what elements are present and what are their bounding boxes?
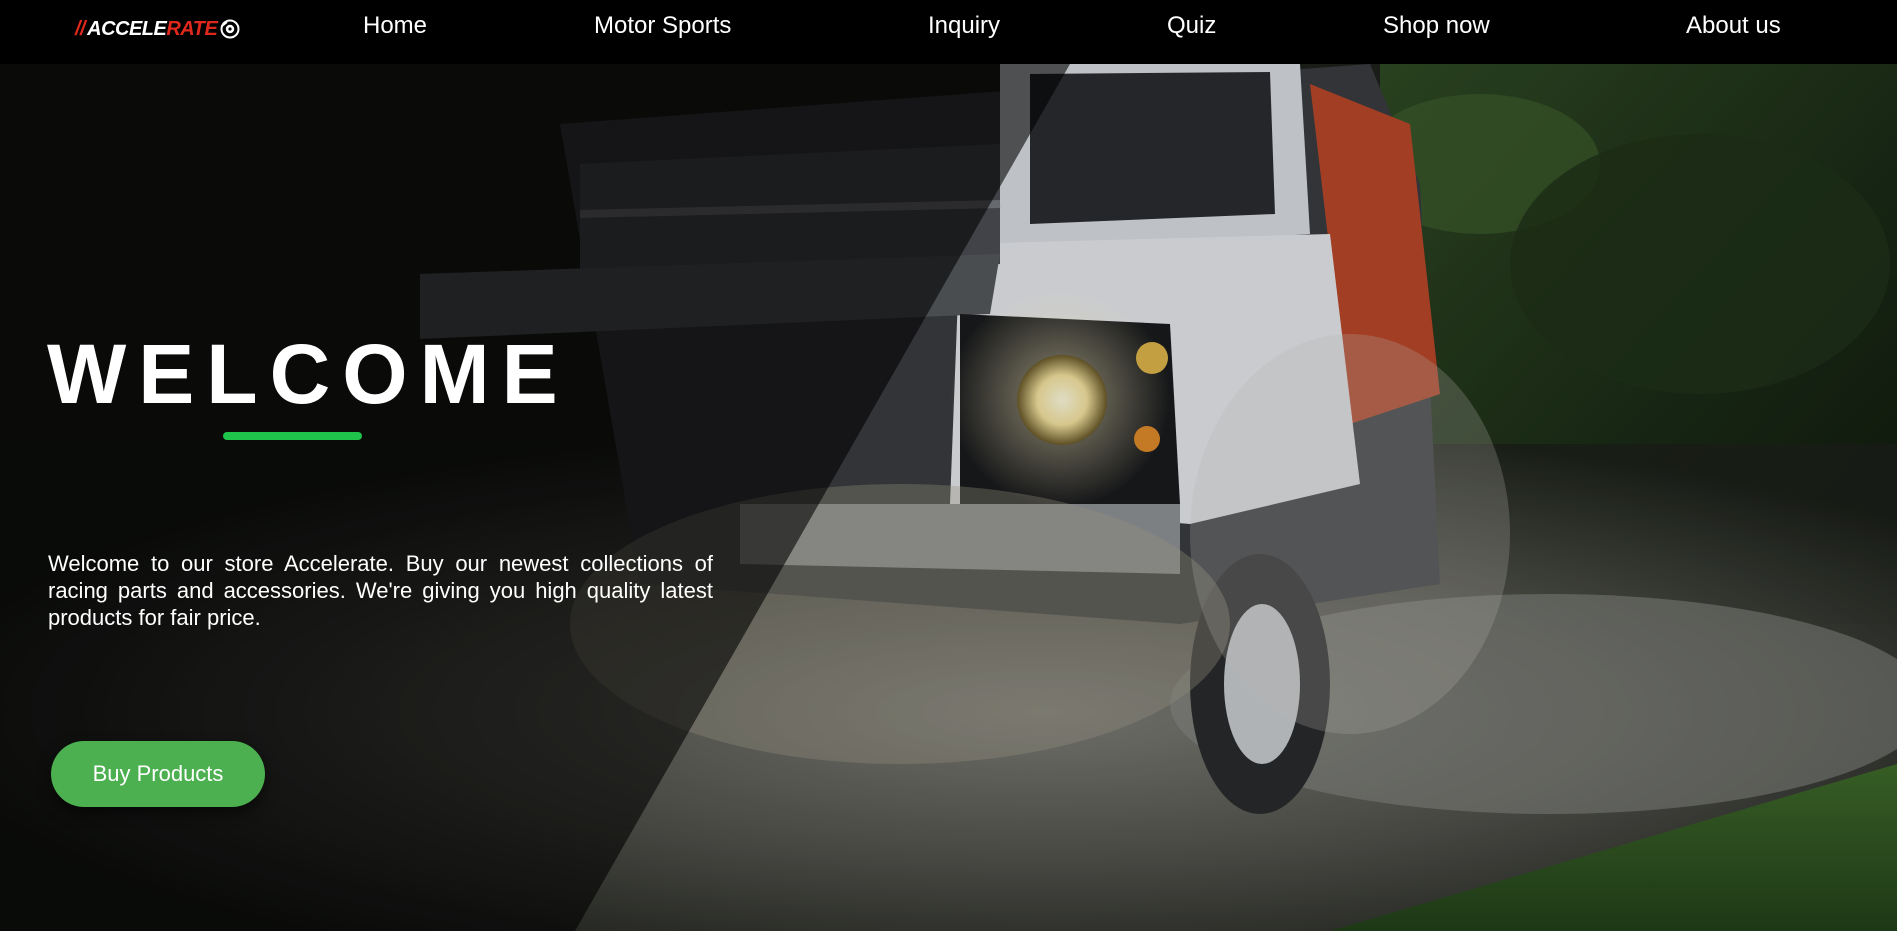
logo-text-rate: RATE (166, 17, 218, 40)
hero-title: WELCOME (47, 327, 570, 421)
nav-shop-now-link[interactable]: Shop now (1383, 12, 1490, 40)
buy-products-button[interactable]: Buy Products (51, 741, 265, 807)
diagonal-dark-overlay (0, 64, 1897, 931)
wheel-icon (220, 19, 240, 39)
hero-title-underline (223, 432, 362, 440)
logo-slashes: // (75, 17, 86, 40)
hero-description: Welcome to our store Accelerate. Buy our… (48, 551, 713, 630)
nav-quiz-link[interactable]: Quiz (1167, 12, 1216, 40)
nav-inquiry-link[interactable]: Inquiry (928, 12, 1000, 40)
logo-text-accele: ACCELE (87, 17, 167, 40)
nav-home-link[interactable]: Home (363, 12, 427, 40)
brand-logo[interactable]: // ACCELE RATE (75, 16, 240, 42)
nav-about-us-link[interactable]: About us (1686, 12, 1781, 40)
navbar: // ACCELE RATE Home Motor Sports Inquiry… (0, 0, 1897, 64)
nav-motor-sports-link[interactable]: Motor Sports (594, 12, 731, 40)
hero-section: WELCOME Welcome to our store Accelerate.… (0, 64, 1897, 931)
